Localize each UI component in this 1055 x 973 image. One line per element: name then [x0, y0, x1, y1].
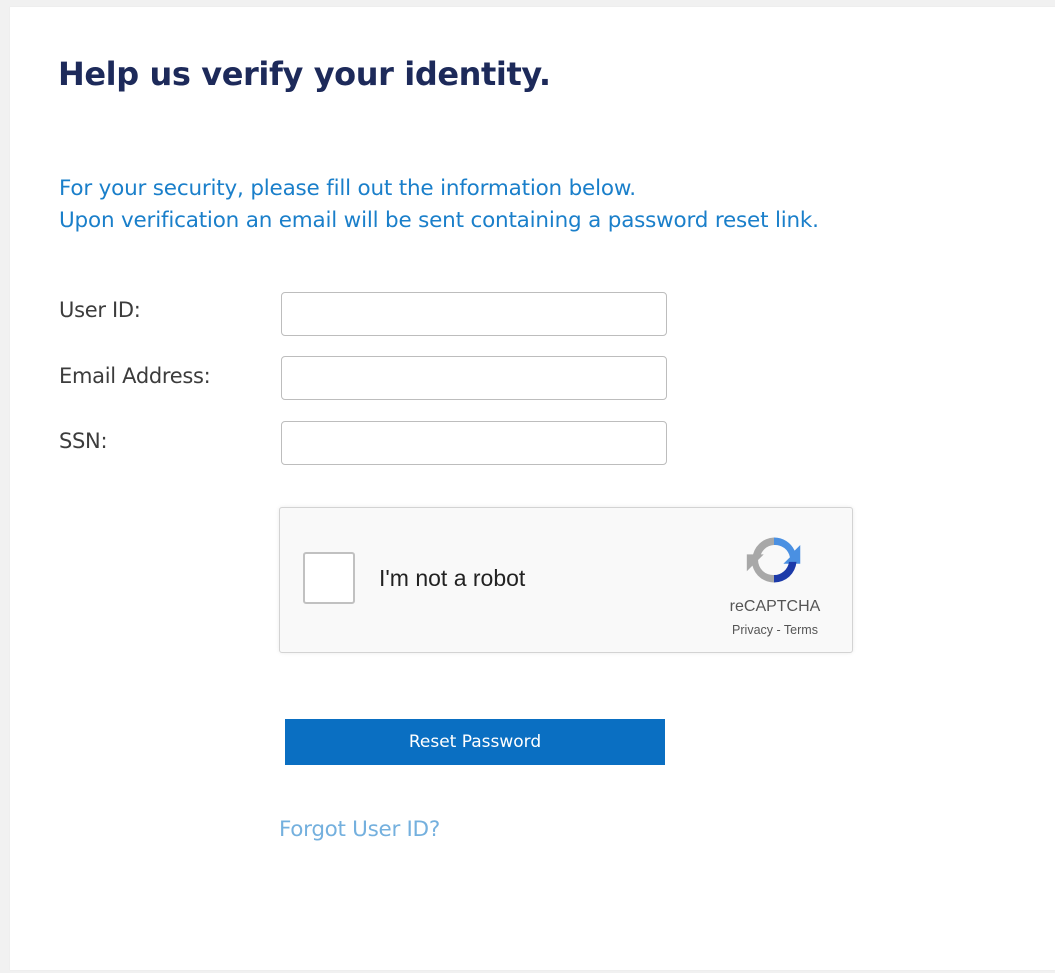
recaptcha-links: Privacy - Terms — [710, 623, 840, 637]
forgot-user-id-link[interactable]: Forgot User ID? — [279, 817, 440, 842]
user-id-label: User ID: — [59, 298, 141, 322]
ssn-label: SSN: — [59, 429, 108, 453]
intro-line-1: For your security, please fill out the i… — [59, 176, 636, 201]
recaptcha-widget: I'm not a robot reCAPTCHA Privacy - Term… — [279, 507, 853, 653]
recaptcha-checkbox[interactable] — [303, 552, 355, 604]
email-address-label: Email Address: — [59, 364, 211, 388]
intro-line-2: Upon verification an email will be sent … — [59, 208, 819, 233]
verify-identity-card: Help us verify your identity. For your s… — [10, 7, 1055, 970]
ssn-input[interactable] — [281, 421, 667, 465]
recaptcha-brand: reCAPTCHA — [729, 598, 821, 615]
recaptcha-terms-link[interactable]: Terms — [784, 623, 818, 637]
user-id-input[interactable] — [281, 292, 667, 336]
recaptcha-logo-icon — [746, 537, 801, 583]
page-title: Help us verify your identity. — [58, 55, 551, 93]
recaptcha-link-separator: - — [773, 623, 784, 637]
email-address-input[interactable] — [281, 356, 667, 400]
recaptcha-privacy-link[interactable]: Privacy — [732, 623, 773, 637]
reset-password-button[interactable]: Reset Password — [285, 719, 665, 765]
recaptcha-label: I'm not a robot — [379, 565, 526, 591]
intro-text: For your security, please fill out the i… — [59, 173, 819, 237]
